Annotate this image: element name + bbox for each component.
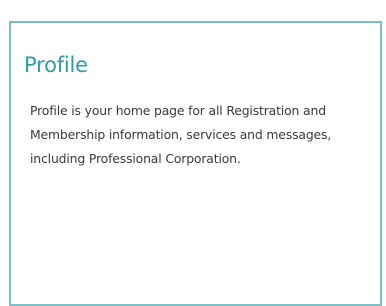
profile-title: Profile xyxy=(24,53,88,77)
profile-card: Profile Profile is your home page for al… xyxy=(9,21,382,306)
profile-description: Profile is your home page for all Regist… xyxy=(30,103,332,166)
